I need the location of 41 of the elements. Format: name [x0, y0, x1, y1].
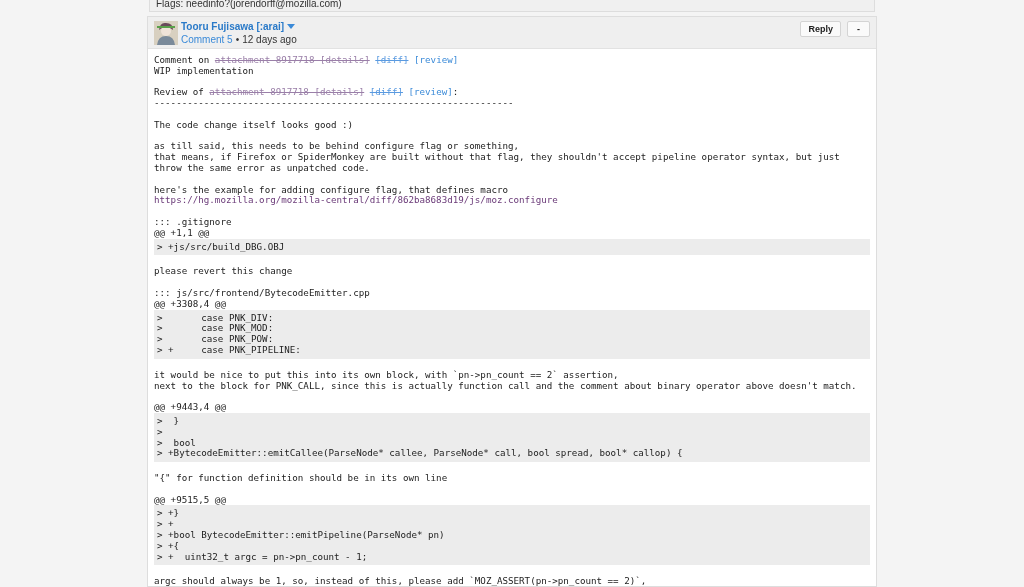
quoted-code: > } > > bool > +BytecodeEmitter::emitCallee(ParseNode* callee, ParseNode* call, bool spread, bool* callop) {	[154, 412, 870, 463]
comment-text: it would be nice to put this into its own block, with `pn->pn_count == 2` assertion,	[154, 368, 619, 380]
review-link[interactable]: [review]	[414, 54, 459, 65]
attachment-link[interactable]: attachment 8917718 [details]	[214, 54, 370, 65]
review-link[interactable]: [review]	[408, 86, 453, 98]
comment-text: WIP implementation	[154, 64, 254, 76]
quoted-code: > case PNK_DIV: > case PNK_MOD: > case PNK_POW: > + case PNK_PIPELINE:	[154, 309, 870, 359]
comment-text: :	[452, 86, 459, 98]
comment-text: "{" for function definition should be in its own line	[154, 472, 448, 484]
diff-heading: @@ +1,1 @@	[154, 227, 210, 239]
diff-link[interactable]: [diff]	[369, 86, 403, 98]
reply-button[interactable]: Reply	[800, 21, 841, 37]
comment-text: The code change itself looks good :)	[154, 118, 354, 130]
comment-text: Comment on	[154, 54, 211, 65]
comment-text: Review of	[154, 86, 205, 98]
comment-text: as till said, this needs to be behind configure flag or something,	[154, 140, 520, 152]
comment-link[interactable]: Comment 5	[181, 34, 233, 45]
separator-text: •	[235, 34, 240, 45]
author-link[interactable]: Tooru Fujisawa [:arai]	[181, 21, 285, 32]
collapse-button[interactable]: -	[847, 21, 870, 37]
caret-icon[interactable]	[287, 24, 296, 29]
diff-heading: @@ +9515,5 @@	[154, 494, 227, 506]
flags-text: Flags: needinfo?(jorendorff@mozilla.com)	[156, 0, 342, 9]
diff-heading: @@ +3308,4 @@	[154, 298, 226, 310]
comment-text: -----------------------------------------------------------------	[154, 97, 514, 109]
diff-heading: ::: .gitignore	[154, 216, 233, 228]
comment-text: argc should always be 1, so, instead of this, please add `MOZ_ASSERT(pn->pn_count == 2)`,	[154, 575, 647, 586]
comment-text: here's the example for adding configure flag, that defines macro	[154, 183, 508, 195]
quoted-code: > +} > + > +bool BytecodeEmitter::emitPipeline(ParseNode* pn) > +{ > + uint32_t argc = pn->pn_count - 1;	[154, 505, 870, 566]
diff-link[interactable]: [diff]	[375, 54, 409, 65]
comment-text: next to the block for PNK_CALL, since this is actually function call and the comment about binary operator above doesn't match.	[154, 379, 857, 391]
attachment-link[interactable]: attachment 8917718 [details]	[209, 86, 365, 98]
comment-text: throw the same error as unpatched code.	[154, 161, 370, 173]
diff-heading: @@ +9443,4 @@	[154, 402, 227, 413]
avatar-icon	[154, 21, 178, 45]
comment-text: that means, if Firefox or SpiderMonkey are built without that flag, they shouldn't accept pipeline operator syntax, but just	[154, 151, 840, 163]
comment-text: please revert this change	[154, 265, 293, 277]
comment-time: 12 days ago	[242, 34, 297, 45]
diff-heading: ::: js/src/frontend/BytecodeEmitter.cpp	[154, 287, 371, 299]
quoted-code: > +js/src/build_DBG.OBJ	[154, 238, 870, 256]
url-link[interactable]: https://hg.mozilla.org/mozilla-central/diff/862ba8683d19/js/moz.configure	[154, 194, 558, 206]
